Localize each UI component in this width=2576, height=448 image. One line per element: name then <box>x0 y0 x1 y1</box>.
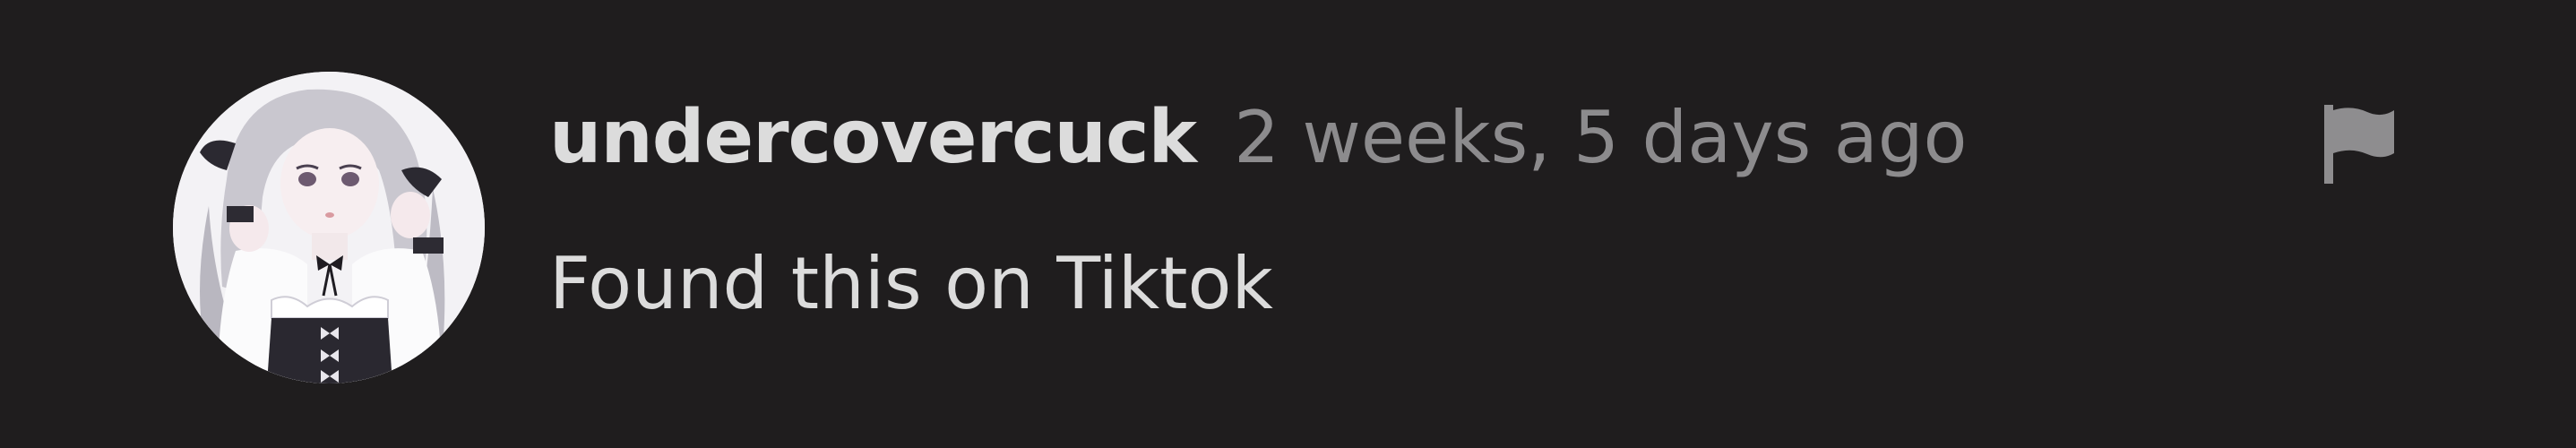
username-link[interactable]: undercovercuck <box>549 95 1197 180</box>
avatar[interactable] <box>173 72 485 383</box>
comment-text: Found this on Tiktok <box>549 242 1273 325</box>
comment-header: undercovercuck 2 weeks, 5 days ago <box>549 88 1967 186</box>
flag-icon <box>2324 105 2394 184</box>
comment-timestamp: 2 weeks, 5 days ago <box>1234 95 1968 179</box>
comment-item: undercovercuck 2 weeks, 5 days ago Found… <box>0 0 2576 448</box>
flag-button[interactable] <box>2307 93 2406 192</box>
avatar-image <box>173 72 485 383</box>
